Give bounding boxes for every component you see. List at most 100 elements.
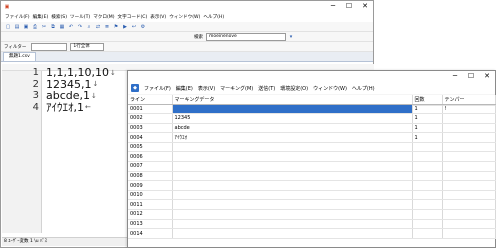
menu-item[interactable]: ファイル(F): [144, 85, 171, 92]
cell-data[interactable]: [172, 151, 413, 163]
cell-count[interactable]: 1: [412, 132, 443, 143]
table-row[interactable]: 0010: [128, 190, 496, 201]
cell-data[interactable]: [172, 209, 413, 220]
cell-count[interactable]: [412, 190, 443, 201]
cell-line[interactable]: 0013: [128, 219, 173, 230]
bookmark-icon[interactable]: ⚑: [112, 23, 120, 31]
col-header-count[interactable]: 回数: [412, 95, 443, 105]
menu-item[interactable]: 編集(E): [33, 14, 49, 20]
print-icon[interactable]: ⎙: [31, 23, 39, 31]
menu-item[interactable]: 表示(V): [198, 85, 215, 92]
menu-item[interactable]: ファイル(F): [5, 14, 30, 20]
cell-data[interactable]: [172, 199, 413, 211]
cell-count[interactable]: [412, 161, 443, 172]
cell-data[interactable]: [172, 219, 413, 230]
maximize-icon[interactable]: ☐: [341, 1, 357, 12]
cell-count[interactable]: [412, 199, 443, 211]
cell-line[interactable]: 0004: [128, 132, 173, 143]
find-icon[interactable]: ⌕: [85, 23, 93, 31]
cell-temper[interactable]: [442, 190, 496, 201]
cell-data[interactable]: ｱｲｳｴｵ: [172, 132, 413, 143]
cell-temper[interactable]: [442, 132, 496, 143]
filter-scope-select[interactable]: 1行全体: [70, 42, 105, 51]
menu-item[interactable]: 環境設定(O): [280, 85, 308, 92]
cell-line[interactable]: 0009: [128, 180, 173, 191]
cell-data[interactable]: [172, 180, 413, 191]
table-row[interactable]: 0012: [128, 209, 496, 220]
cell-line[interactable]: 0001: [128, 104, 173, 115]
cell-line[interactable]: 0007: [128, 161, 173, 172]
copy-icon[interactable]: ⧉: [49, 23, 57, 31]
tab-document[interactable]: 無題1.csv: [3, 52, 36, 61]
cell-temper[interactable]: [442, 219, 496, 230]
menu-item[interactable]: ヘルプ(H): [203, 14, 224, 20]
menu-item[interactable]: 送信(T): [258, 85, 275, 92]
cell-data[interactable]: [172, 228, 413, 239]
cell-count[interactable]: 1: [412, 113, 443, 124]
table-row[interactable]: 0009: [128, 180, 496, 191]
cell-temper[interactable]: [442, 113, 496, 124]
menu-item[interactable]: マーキング(M): [220, 85, 253, 92]
cell-line[interactable]: 0010: [128, 190, 173, 201]
editor-text-area[interactable]: 1 1,1,1,10,10 ↓ 2 12345,1 ↓ 3 abcde,1 ↓ 4 ｱｲｳｴｵ,1 ←: [2, 66, 128, 227]
table-row[interactable]: 0014: [128, 228, 496, 239]
cell-data[interactable]: [172, 171, 413, 182]
menu-item[interactable]: 文字コード(C): [118, 14, 148, 20]
cell-count[interactable]: [412, 180, 443, 191]
cell-count[interactable]: 1: [412, 123, 443, 134]
save-icon[interactable]: ▣: [22, 23, 30, 31]
table-row[interactable]: 0002 12345 1: [128, 113, 496, 124]
cut-icon[interactable]: ✂: [40, 23, 48, 31]
cell-data[interactable]: abcde: [172, 123, 413, 134]
table-row[interactable]: 0003 abcde 1: [128, 123, 496, 134]
cell-count[interactable]: [412, 228, 443, 239]
cell-count[interactable]: [412, 142, 443, 153]
cell-data[interactable]: [172, 161, 413, 172]
cell-line[interactable]: 0003: [128, 123, 173, 134]
paste-icon[interactable]: ▦: [58, 23, 66, 31]
table-row[interactable]: 0007: [128, 161, 496, 172]
table-row[interactable]: 0005: [128, 142, 496, 153]
cell-data[interactable]: [172, 104, 413, 115]
cell-count[interactable]: [412, 151, 443, 163]
cell-count[interactable]: [412, 171, 443, 182]
wrap-icon[interactable]: ↩: [130, 23, 138, 31]
cell-count[interactable]: 1: [412, 104, 443, 115]
minimize-icon[interactable]: ─: [325, 1, 341, 12]
minimize-icon[interactable]: ─: [447, 71, 463, 82]
undo-icon[interactable]: ↶: [67, 23, 75, 31]
search-input[interactable]: moeinenove: [206, 32, 286, 41]
cell-line[interactable]: 0014: [128, 228, 173, 239]
col-header-line[interactable]: ライン: [128, 95, 173, 105]
table-row[interactable]: 0006: [128, 151, 496, 163]
cell-temper[interactable]: [442, 228, 496, 239]
cell-temper[interactable]: !: [442, 104, 496, 115]
table-row[interactable]: 0001 1!: [128, 104, 496, 115]
close-icon[interactable]: ✕: [357, 1, 373, 12]
open-icon[interactable]: ▤: [13, 23, 21, 31]
cell-line[interactable]: 0006: [128, 151, 173, 163]
cell-line[interactable]: 0002: [128, 113, 173, 124]
menu-item[interactable]: 表示(V): [150, 14, 166, 20]
maximize-icon[interactable]: ☐: [463, 71, 479, 82]
grep-icon[interactable]: ≣: [103, 23, 111, 31]
cell-line[interactable]: 0011: [128, 199, 173, 211]
menu-item[interactable]: ツール(T): [70, 14, 90, 20]
table-row[interactable]: 0013: [128, 219, 496, 230]
filter-input[interactable]: [31, 42, 68, 51]
cell-line[interactable]: 0012: [128, 209, 173, 220]
menu-item[interactable]: ヘルプ(H): [352, 85, 375, 92]
cell-data[interactable]: [172, 190, 413, 201]
menu-item[interactable]: 検索(S): [51, 14, 67, 20]
cell-line[interactable]: 0008: [128, 171, 173, 182]
cell-temper[interactable]: [442, 199, 496, 211]
cell-temper[interactable]: [442, 123, 496, 134]
macro-icon[interactable]: ▶: [121, 23, 129, 31]
new-file-icon[interactable]: ▢: [4, 23, 12, 31]
table-row[interactable]: 0004 ｱｲｳｴｵ 1: [128, 132, 496, 143]
close-icon[interactable]: ✕: [479, 71, 495, 82]
table-row[interactable]: 0011: [128, 199, 496, 211]
cell-count[interactable]: [412, 219, 443, 230]
cell-temper[interactable]: [442, 209, 496, 220]
col-header-data[interactable]: マーキングデータ: [172, 95, 413, 105]
